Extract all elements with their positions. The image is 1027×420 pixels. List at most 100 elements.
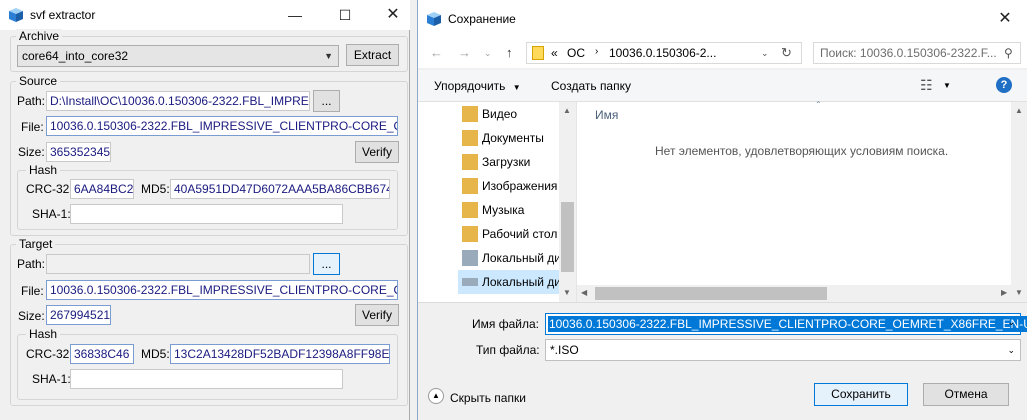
target-legend: Target bbox=[16, 237, 56, 251]
target-sha-label: SHA-1: bbox=[32, 372, 71, 386]
dialog-bottom-pane: Имя файла: 10036.0.150306-2322.FBL_IMPRE… bbox=[418, 302, 1027, 420]
file-list: Имя ⌃ Нет элементов, удовлетворяющих усл… bbox=[576, 100, 1027, 302]
app-cube-icon bbox=[9, 8, 23, 22]
svf-extractor-window: svf extractor — ☐ ✕ Archive core64_into_… bbox=[0, 0, 410, 420]
source-file-label: File: bbox=[21, 120, 44, 134]
archive-select-value: core64_into_core32 bbox=[22, 49, 129, 63]
up-arrow-icon[interactable]: ↑ bbox=[506, 45, 513, 60]
chevron-down-icon: ▼ bbox=[512, 83, 521, 92]
dialog-toolbar: Упорядочить ▼ Создать папку ☷ ▼ ? bbox=[418, 70, 1027, 102]
view-dropdown-icon[interactable]: ▼ bbox=[943, 81, 951, 90]
empty-message: Нет элементов, удовлетворяющих условиям … bbox=[655, 144, 949, 158]
forward-arrow-icon[interactable]: → bbox=[458, 45, 471, 60]
scroll-up-icon[interactable]: ▲ bbox=[563, 106, 571, 115]
column-header-name[interactable]: Имя bbox=[595, 108, 618, 122]
archive-legend: Archive bbox=[16, 29, 63, 43]
filename-input[interactable]: 10036.0.150306-2322.FBL_IMPRESSIVE_CLIEN… bbox=[545, 313, 1027, 335]
crumb-separator-icon: › bbox=[595, 46, 599, 57]
target-verify-button[interactable]: Verify bbox=[355, 304, 399, 326]
back-arrow-icon[interactable]: ← bbox=[430, 45, 443, 60]
scroll-left-icon[interactable]: ◀ bbox=[581, 288, 587, 297]
filename-value: 10036.0.150306-2322.FBL_IMPRESSIVE_CLIEN… bbox=[548, 316, 1027, 332]
source-path-label: Path: bbox=[17, 94, 46, 108]
source-sha-label: SHA-1: bbox=[32, 207, 71, 221]
nav-scrollbar[interactable]: ▲ ▼ bbox=[559, 102, 576, 302]
archive-select[interactable]: core64_into_core32 ▼ bbox=[17, 45, 339, 67]
documents-folder-icon bbox=[462, 130, 478, 146]
source-crc-field[interactable]: 6AA84BC2 bbox=[70, 179, 134, 199]
maximize-button[interactable]: ☐ bbox=[322, 0, 368, 30]
view-options-icon[interactable]: ☷ bbox=[920, 77, 933, 94]
target-md5-label: MD5: bbox=[141, 347, 170, 361]
target-md5-field[interactable]: 13C2A13428DF52BADF12398A8FF98E65 bbox=[170, 344, 390, 364]
recent-chevron-icon[interactable]: ⌄ bbox=[484, 48, 492, 59]
source-sha-field[interactable] bbox=[70, 204, 343, 224]
nav-item-local-disk-d[interactable]: Локальный диск bbox=[482, 270, 559, 294]
chevron-down-icon: ⌄ bbox=[1007, 345, 1015, 355]
search-input[interactable]: Поиск: 10036.0.150306-2322.F... bbox=[813, 42, 1021, 64]
minimize-button[interactable]: — bbox=[272, 0, 318, 30]
target-hash-legend: Hash bbox=[26, 327, 61, 341]
folder-icon bbox=[532, 46, 544, 60]
target-sha-field[interactable] bbox=[70, 369, 343, 389]
target-path-field[interactable] bbox=[46, 254, 310, 274]
hide-folders-button[interactable]: Скрыть папки bbox=[450, 391, 526, 405]
address-crumb-os[interactable]: ОС bbox=[567, 46, 585, 60]
source-size-label: Size: bbox=[18, 145, 45, 159]
target-path-label: Path: bbox=[17, 257, 46, 271]
save-button[interactable]: Сохранить bbox=[814, 383, 908, 406]
dialog-title: Сохранение bbox=[448, 12, 516, 26]
source-md5-label: MD5: bbox=[141, 182, 170, 196]
title-bar[interactable]: svf extractor — ☐ ✕ bbox=[0, 0, 410, 30]
drive-icon bbox=[462, 278, 478, 286]
scroll-down-icon[interactable]: ▼ bbox=[563, 288, 571, 297]
scroll-right-icon[interactable]: ▶ bbox=[1001, 288, 1007, 297]
scroll-down-icon[interactable]: ▼ bbox=[1015, 288, 1023, 297]
chevron-up-icon[interactable]: ▲ bbox=[428, 388, 444, 404]
address-prefix: « bbox=[551, 46, 558, 60]
source-browse-button[interactable]: ... bbox=[313, 90, 340, 112]
search-icon: ⚲ bbox=[1004, 46, 1013, 60]
new-folder-button[interactable]: Создать папку bbox=[551, 79, 631, 93]
organize-menu-button[interactable]: Упорядочить ▼ bbox=[434, 79, 521, 93]
address-crumb-folder[interactable]: 10036.0.150306-2... bbox=[609, 46, 716, 60]
help-icon[interactable]: ? bbox=[996, 77, 1012, 93]
dialog-title-bar[interactable]: Сохранение ✕ bbox=[418, 0, 1027, 38]
filetype-value: *.ISO bbox=[550, 343, 579, 357]
horizontal-scroll-thumb[interactable] bbox=[595, 287, 827, 300]
extract-button[interactable]: Extract bbox=[346, 44, 399, 66]
address-dropdown-icon[interactable]: ⌄ bbox=[761, 48, 769, 59]
save-dialog: Сохранение ✕ ← → ⌄ ↑ « ОС › 10036.0.1503… bbox=[417, 0, 1027, 420]
horizontal-scrollbar[interactable]: ◀ ▶ bbox=[577, 285, 1011, 302]
target-file-field[interactable]: 10036.0.150306-2322.FBL_IMPRESSIVE_CLIEN… bbox=[46, 280, 398, 300]
target-size-label: Size: bbox=[18, 309, 45, 323]
chevron-down-icon: ▼ bbox=[324, 51, 333, 61]
filetype-label: Тип файла: bbox=[476, 343, 540, 357]
chevron-down-icon[interactable]: ⌄ bbox=[1007, 317, 1015, 328]
source-verify-button[interactable]: Verify bbox=[355, 141, 399, 163]
source-crc-label: CRC-32: bbox=[26, 182, 73, 196]
source-size-field[interactable]: 3653523456 bbox=[46, 142, 111, 162]
organize-label: Упорядочить bbox=[434, 79, 506, 93]
video-folder-icon bbox=[462, 106, 478, 122]
target-crc-field[interactable]: 36838C46 bbox=[70, 344, 134, 364]
navigation-pane: Видео Документы Загрузки Изображения Муз… bbox=[418, 102, 576, 302]
target-size-field[interactable]: 2679945216 bbox=[46, 305, 111, 325]
source-md5-field[interactable]: 40A5951DD47D6072AAA5BA86CBB67479 bbox=[170, 179, 390, 199]
nav-scroll-thumb[interactable] bbox=[561, 202, 574, 272]
content-scrollbar[interactable]: ▲ ▼ bbox=[1011, 102, 1027, 302]
address-bar[interactable]: « ОС › 10036.0.150306-2... ⌄ ↻ bbox=[526, 42, 802, 64]
filename-label: Имя файла: bbox=[472, 317, 539, 331]
source-path-field[interactable]: D:\Install\OC\10036.0.150306-2322.FBL_IM… bbox=[46, 91, 310, 111]
close-button[interactable]: ✕ bbox=[370, 0, 416, 30]
target-file-label: File: bbox=[21, 284, 44, 298]
sort-chevron-icon: ⌃ bbox=[815, 100, 822, 109]
target-browse-button[interactable]: ... bbox=[313, 253, 340, 275]
refresh-icon[interactable]: ↻ bbox=[781, 45, 792, 61]
pictures-folder-icon bbox=[462, 178, 478, 194]
dialog-close-button[interactable]: ✕ bbox=[982, 4, 1027, 34]
scroll-up-icon[interactable]: ▲ bbox=[1015, 106, 1023, 115]
filetype-select[interactable]: *.ISO ⌄ bbox=[545, 339, 1021, 361]
cancel-button[interactable]: Отмена bbox=[923, 383, 1009, 406]
source-file-field[interactable]: 10036.0.150306-2322.FBL_IMPRESSIVE_CLIEN… bbox=[46, 116, 398, 136]
